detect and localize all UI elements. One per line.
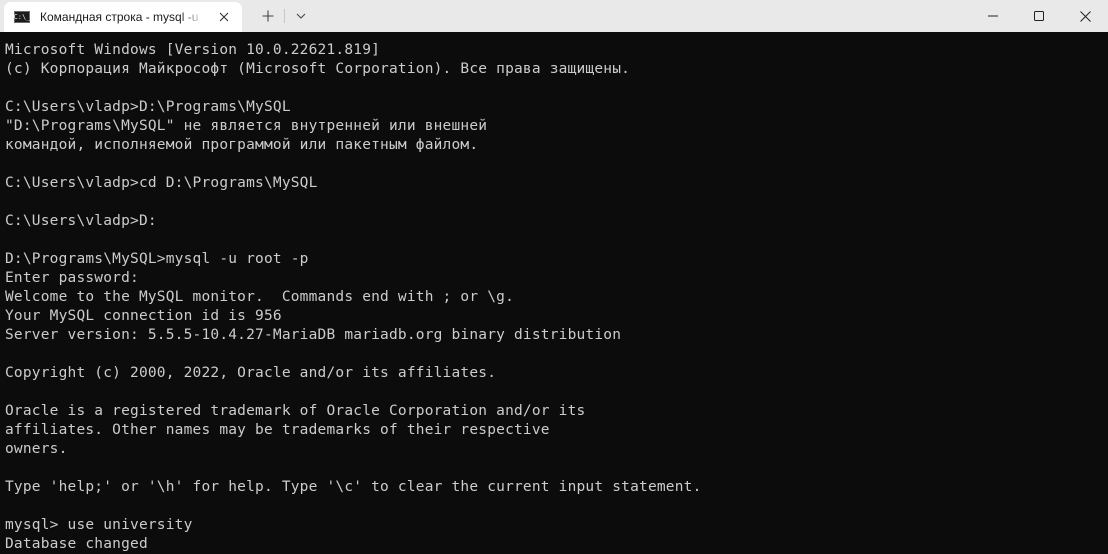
terminal-line: affiliates. Other names may be trademark… (5, 422, 550, 438)
terminal-line: "D:\Programs\MySQL" не является внутренн… (5, 118, 488, 134)
tab-dropdown-button[interactable] (287, 0, 315, 32)
minimize-button[interactable] (970, 0, 1016, 32)
tab-close-button[interactable] (214, 7, 234, 27)
terminal-line: Microsoft Windows [Version 10.0.22621.81… (5, 42, 381, 58)
maximize-button[interactable] (1016, 0, 1062, 32)
terminal-line: C:\Users\vladp>D:\Programs\MySQL (5, 99, 291, 115)
new-tab-button[interactable] (254, 0, 282, 32)
terminal-window: C:\_ Командная строка - mysql -u Microso… (0, 0, 1108, 554)
plus-icon (262, 10, 274, 22)
terminal-output[interactable]: Microsoft Windows [Version 10.0.22621.81… (0, 32, 1108, 554)
terminal-line: Oracle is a registered trademark of Orac… (5, 403, 586, 419)
command-prompt-icon: C:\_ (14, 11, 30, 23)
terminal-line: Your MySQL connection id is 956 (5, 308, 282, 324)
close-icon (219, 12, 229, 22)
terminal-line: Welcome to the MySQL monitor. Commands e… (5, 289, 514, 305)
terminal-line: Type 'help;' or '\h' for help. Type '\c'… (5, 479, 702, 495)
close-icon (1079, 10, 1091, 22)
terminal-line: mysql> use university (5, 517, 193, 533)
title-bar-drag-area[interactable] (315, 0, 970, 32)
terminal-line: owners. (5, 441, 68, 457)
tab-icon-text: C:\_ (13, 12, 31, 21)
terminal-line: Enter password: (5, 270, 139, 286)
terminal-line: (c) Корпорация Майкрософт (Microsoft Cor… (5, 61, 631, 77)
tab-command-prompt[interactable]: C:\_ Командная строка - mysql -u (4, 2, 242, 32)
terminal-line: D:\Programs\MySQL>mysql -u root -p (5, 251, 309, 267)
tab-title: Командная строка - mysql -u (40, 10, 199, 24)
terminal-line: Copyright (c) 2000, 2022, Oracle and/or … (5, 365, 497, 381)
terminal-line: C:\Users\vladp>D: (5, 213, 157, 229)
terminal-line: C:\Users\vladp>cd D:\Programs\MySQL (5, 175, 318, 191)
tab-divider (284, 9, 285, 23)
close-window-button[interactable] (1062, 0, 1108, 32)
terminal-line: Server version: 5.5.5-10.4.27-MariaDB ma… (5, 327, 622, 343)
terminal-line: Database changed (5, 536, 148, 552)
terminal-line: командой, исполняемой программой или пак… (5, 137, 479, 153)
title-bar[interactable]: C:\_ Командная строка - mysql -u (0, 0, 1108, 32)
maximize-icon (1034, 11, 1044, 21)
minimize-icon (988, 15, 998, 17)
chevron-down-icon (296, 13, 306, 19)
